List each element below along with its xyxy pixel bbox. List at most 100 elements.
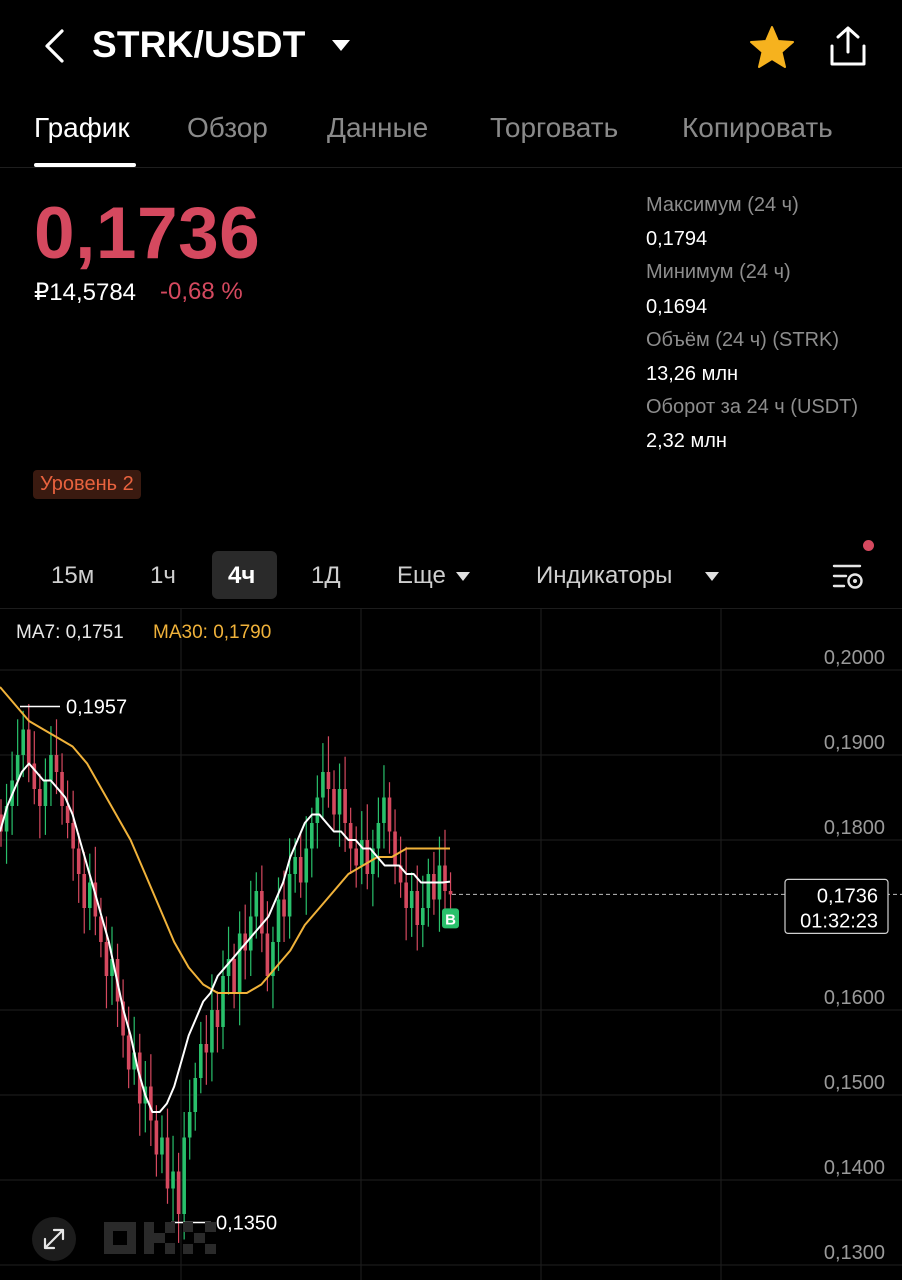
candle [26, 729, 31, 764]
candle [393, 831, 397, 866]
interval-1h[interactable]: 1ч [150, 562, 176, 590]
okx-watermark-logo [104, 1222, 216, 1254]
candle [298, 857, 303, 883]
share-icon[interactable] [826, 24, 870, 70]
chart-settings-icon[interactable] [830, 560, 866, 594]
candle [88, 882, 92, 908]
candle [21, 729, 25, 755]
candle [310, 823, 314, 849]
candle [365, 840, 370, 874]
expand-chart-icon[interactable] [32, 1217, 76, 1261]
caret-down-icon[interactable] [456, 572, 470, 581]
interval-more[interactable]: Еще [397, 562, 446, 590]
candle [60, 772, 64, 806]
candle [426, 874, 431, 908]
candle [210, 1010, 214, 1053]
candle [182, 1137, 186, 1214]
candle [126, 1035, 131, 1070]
candle [382, 797, 386, 823]
candle [448, 891, 453, 895]
y-tick-label: 0,1800 [824, 817, 885, 839]
candle [38, 789, 42, 806]
tab-copy[interactable]: Копировать [682, 112, 833, 144]
candle [43, 780, 48, 806]
y-tick-label: 0,1500 [824, 1072, 885, 1094]
stat-high-label: Максимум (24 ч) [646, 194, 799, 216]
candle [65, 806, 70, 823]
y-tick-label: 0,1900 [824, 732, 885, 754]
candle [221, 976, 225, 1027]
price-rub: ₽14,5784 [34, 279, 137, 306]
caret-down-icon[interactable] [705, 572, 719, 581]
caret-down-icon[interactable] [330, 38, 352, 54]
y-tick-label: 0,2000 [824, 647, 885, 669]
y-tick-label: 0,1600 [824, 987, 885, 1009]
ma7-legend: MA7: 0,1751 [16, 622, 124, 643]
stat-turnover-label: Оборот за 24 ч (USDT) [646, 396, 859, 418]
price-change-percent: -0,68 % [160, 278, 243, 305]
candle [104, 942, 109, 976]
candle [254, 891, 259, 917]
low-marker-label: 0,1350 [216, 1213, 277, 1235]
tab-overview[interactable]: Обзор [187, 112, 268, 144]
candle [199, 1044, 203, 1078]
buy-signal-label: B [445, 911, 456, 928]
candle [276, 899, 281, 942]
candle [71, 823, 75, 849]
candle [232, 959, 236, 993]
candle [82, 874, 87, 908]
candle [409, 891, 414, 908]
level-badge[interactable]: Уровень 2 [33, 470, 141, 499]
candle [49, 755, 53, 781]
candle [359, 840, 364, 866]
candle [154, 1120, 159, 1155]
candle [287, 874, 292, 917]
candle [165, 1137, 170, 1189]
interval-1d[interactable]: 1Д [311, 562, 341, 590]
candle [171, 1171, 175, 1189]
candle [343, 789, 347, 823]
candle [432, 874, 436, 900]
candle [387, 797, 392, 832]
candle [187, 1112, 192, 1138]
candle-countdown-label: 01:32:23 [800, 910, 878, 932]
candle [176, 1171, 181, 1214]
pair-title[interactable]: STRK/USDT [92, 24, 306, 66]
back-arrow-icon[interactable] [38, 26, 72, 66]
indicators-button[interactable]: Индикаторы [536, 562, 672, 590]
candle [282, 899, 286, 917]
candle [404, 882, 408, 908]
ma30-legend: MA30: 0,1790 [153, 622, 272, 643]
candle [337, 789, 342, 815]
stat-turnover-value: 2,32 млн [646, 430, 727, 452]
tab-chart[interactable]: График [34, 112, 130, 144]
interval-4h[interactable]: 4ч [228, 562, 255, 590]
candle [421, 908, 425, 925]
candle [248, 916, 253, 951]
candle [54, 755, 59, 772]
tab-trade[interactable]: Торговать [490, 112, 618, 144]
candle [415, 891, 420, 925]
stat-low-label: Минимум (24 ч) [646, 261, 791, 283]
candlestick-chart[interactable]: 0,2000 0,1900 0,1800 0,1600 0,1500 0,1400 0,13… [0, 608, 902, 1280]
stat-high-value: 0,1794 [646, 228, 708, 250]
candle [326, 772, 331, 789]
candle [193, 1078, 198, 1112]
y-tick-label: 0,1300 [824, 1242, 885, 1264]
candle [76, 848, 81, 874]
candle [376, 823, 381, 849]
stat-volume-label: Объём (24 ч) (STRK) [646, 329, 840, 351]
candle [332, 789, 336, 815]
candle [304, 848, 309, 883]
candle [348, 823, 353, 849]
notification-dot [863, 540, 874, 551]
high-marker-label: 0,1957 [66, 697, 127, 719]
tab-data[interactable]: Данные [327, 112, 428, 144]
candle [293, 857, 297, 874]
star-icon[interactable] [748, 24, 796, 70]
divider [0, 167, 902, 168]
last-price: 0,1736 [34, 193, 261, 274]
candle [204, 1044, 209, 1053]
y-tick-label: 0,1400 [824, 1157, 885, 1179]
interval-15m[interactable]: 15м [51, 562, 94, 590]
